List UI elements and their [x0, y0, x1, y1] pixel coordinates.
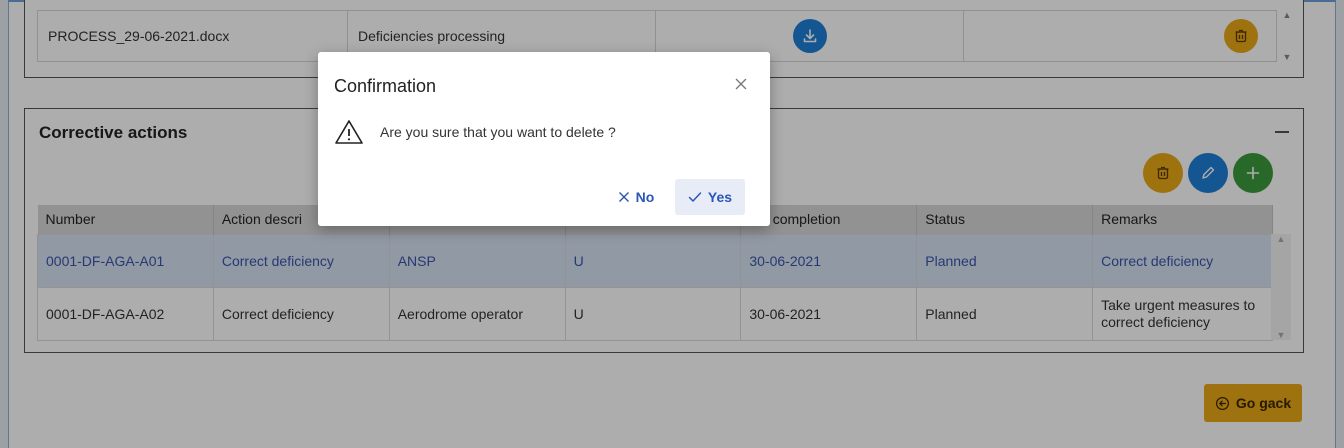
yes-label: Yes [707, 189, 733, 205]
close-button[interactable] [734, 77, 748, 91]
close-icon [735, 78, 747, 90]
dialog-message: Are you sure that you want to delete ? [380, 124, 616, 140]
no-label: No [635, 189, 655, 205]
close-icon [618, 192, 629, 202]
check-icon [688, 192, 702, 202]
no-button[interactable]: No [606, 179, 666, 215]
warning-icon [334, 118, 364, 146]
yes-button[interactable]: Yes [675, 179, 745, 215]
dialog-title: Confirmation [334, 76, 437, 96]
confirmation-dialog: Confirmation Are you sure that you want … [318, 52, 770, 226]
